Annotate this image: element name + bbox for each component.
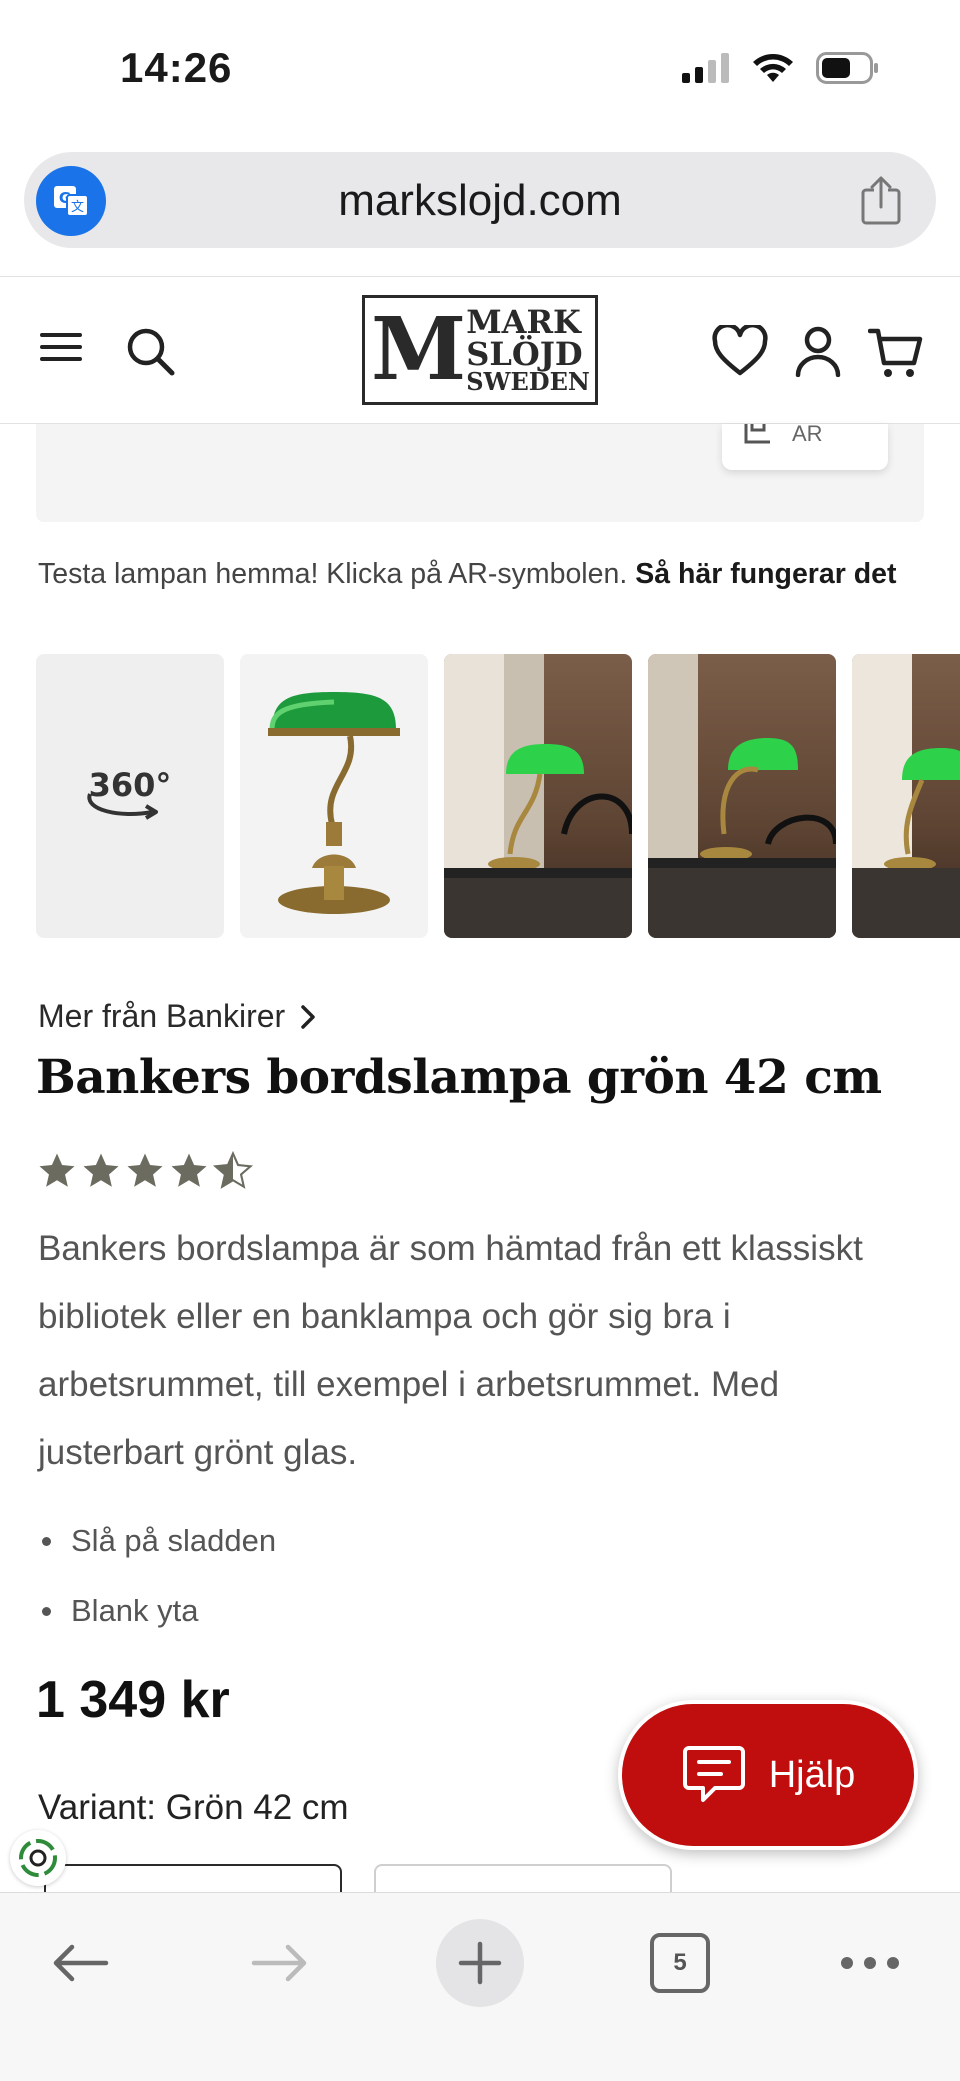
more-dots-icon [841, 1957, 899, 1969]
room-photo-image-3 [852, 654, 960, 938]
half-star-icon [212, 1150, 254, 1189]
cellular-signal-icon [682, 53, 729, 83]
search-icon[interactable] [124, 325, 178, 379]
room-photo-image-2 [648, 654, 836, 938]
ar-how-it-works-link[interactable]: Så här fungerar det [635, 558, 896, 590]
ar-cube-icon [744, 424, 770, 444]
feature-item: Slå på sladden [42, 1506, 276, 1576]
account-icon[interactable] [794, 325, 842, 377]
breadcrumb-label: Mer från Bankirer [38, 998, 286, 1034]
help-label: Hjälp [768, 1753, 856, 1796]
rotate-360-icon: 360° [87, 766, 172, 820]
ar-viewer-card: AR [36, 424, 924, 522]
feature-list: Slå på sladden Blank yta [42, 1506, 276, 1646]
ar-button[interactable]: AR [722, 424, 888, 470]
arrow-right-icon [251, 1944, 307, 1982]
status-time: 14:26 [120, 44, 233, 91]
ar-hint: Testa lampan hemma! Klicka på AR-symbole… [38, 558, 897, 591]
ar-button-label: AR [792, 424, 823, 446]
help-chat-button[interactable]: Hjälp [618, 1700, 918, 1850]
new-tab-button[interactable] [436, 1919, 524, 2007]
rating-stars[interactable] [36, 1150, 254, 1192]
heart-icon[interactable] [712, 325, 768, 377]
more-menu-button[interactable] [830, 1923, 910, 2003]
address-bar[interactable]: G 文 markslojd.com [24, 152, 936, 248]
url-text: markslojd.com [338, 176, 622, 225]
variant-label: Variant: Grön 42 cm [38, 1788, 349, 1827]
logo-line-1: MARK [466, 303, 581, 341]
thumbnail-room-2[interactable] [648, 654, 836, 938]
product-title: Bankers bordslampa grön 42 cm [36, 1050, 882, 1105]
chat-bubble-icon [682, 1746, 745, 1802]
chevron-right-icon [301, 1004, 315, 1029]
wifi-icon [753, 54, 793, 82]
logo-line-2: SLÖJD [466, 335, 583, 373]
back-button[interactable] [40, 1923, 120, 2003]
thumbnail-room-3[interactable] [852, 654, 960, 938]
ar-hint-text: Testa lampan hemma! Klicka på AR-symbole… [38, 558, 628, 590]
tabs-button[interactable]: 5 [650, 1933, 710, 1993]
view360-label: 360° [89, 766, 172, 804]
breadcrumb[interactable]: Mer från Bankirer [38, 998, 317, 1035]
battery-icon [816, 52, 878, 84]
feature-item: Blank yta [42, 1576, 276, 1646]
share-icon[interactable] [856, 174, 906, 226]
star-icon [83, 1153, 119, 1187]
star-icon [39, 1153, 75, 1187]
recycle-icon [19, 1839, 57, 1877]
status-bar: 14:26 [0, 0, 960, 140]
product-price: 1 349 kr [36, 1671, 230, 1729]
status-icons [682, 52, 880, 84]
eco-badge[interactable] [10, 1830, 66, 1886]
product-description: Bankers bordslampa är som hämtad från et… [38, 1229, 863, 1472]
arrow-left-icon [53, 1944, 109, 1982]
logo-words: MARK SLÖJD SWEDEN [466, 306, 590, 394]
plus-icon [458, 1941, 502, 1985]
image-gallery[interactable]: 360° [36, 654, 960, 938]
star-icon [171, 1153, 207, 1187]
thumbnail-360-view[interactable]: 360° [36, 654, 224, 938]
tab-count: 5 [673, 1949, 687, 1976]
site-logo[interactable]: M MARK SLÖJD SWEDEN [362, 295, 598, 405]
site-header: M MARK SLÖJD SWEDEN [0, 276, 960, 424]
forward-button[interactable] [240, 1923, 320, 2003]
room-photo-image [444, 654, 632, 938]
thumbnail-room-1[interactable] [444, 654, 632, 938]
browser-toolbar: 5 [0, 1892, 960, 2081]
thumbnail-product[interactable] [240, 654, 428, 938]
star-icon [127, 1153, 163, 1187]
logo-letter: M [371, 299, 466, 400]
hamburger-menu-icon[interactable] [40, 325, 84, 369]
lamp-product-image [268, 692, 400, 914]
logo-line-3: SWEDEN [466, 367, 590, 396]
cart-icon[interactable] [868, 325, 924, 381]
